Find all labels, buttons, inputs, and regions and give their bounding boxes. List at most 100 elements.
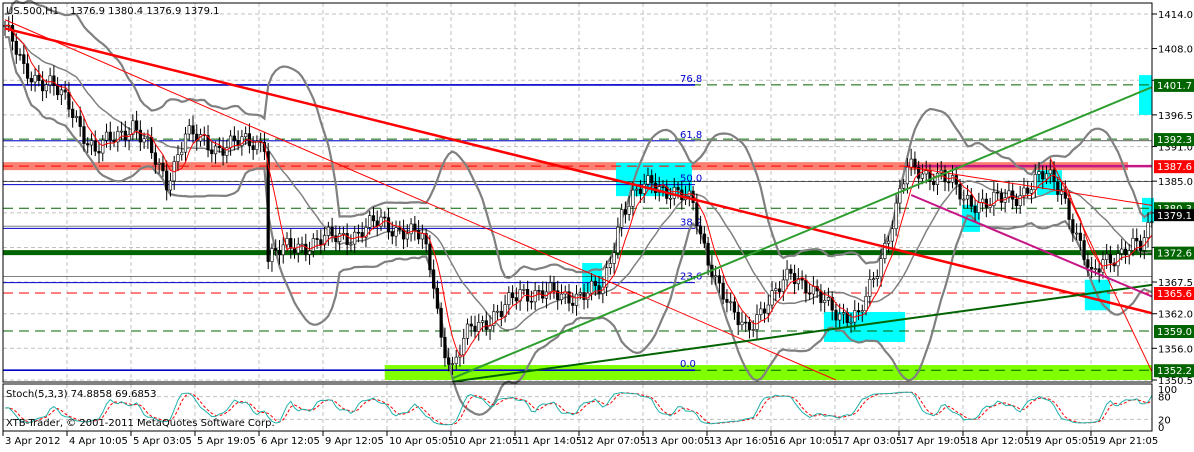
candle-body [281,244,285,256]
candle-body [319,239,323,246]
candle-body [721,282,725,300]
candle-body [63,89,67,93]
candle-body [856,310,861,313]
time-tick-label: 9 Apr 12:05 [325,436,384,447]
candle-body [138,129,142,143]
candle-body [744,321,748,324]
candle-body [56,85,60,96]
candle-body [101,139,105,154]
candle-body [890,228,894,242]
candle-body [1123,248,1128,256]
copyright: XTB-Trader, © 2001-2011 MetaQuotes Softw… [6,418,275,429]
candle-body [593,280,597,286]
candle-body [251,145,255,150]
candle-body [37,74,41,81]
level-price-label: 1392.3 [1157,135,1192,146]
candle-body [514,297,518,302]
level-price-label: 1372.6 [1157,249,1192,260]
candle-body [191,125,195,135]
candle-body [59,89,63,96]
time-tick-label: 4 Apr 10:05 [69,436,128,447]
candle-body [443,336,447,359]
time-tick-label: 6 Apr 12:05 [261,436,320,447]
candle-body [962,198,966,201]
candle-body [789,268,793,274]
candle-body [578,292,582,295]
candle-body [635,188,639,191]
candle-body [1056,181,1060,195]
candle-body [168,180,173,191]
candle-body [360,232,364,238]
candle-body [292,248,297,254]
price-chart[interactable]: 76.861.850.038.223.60.0 1414.01408.01396… [0,0,1194,448]
candle-body [180,151,184,156]
candle-body [1048,169,1052,175]
candle-body [217,145,221,149]
candle-body [22,54,26,64]
candle-body [612,252,616,264]
candle-body [537,290,541,292]
fib-level-label: 61.8 [680,130,702,141]
candle-body [913,158,917,168]
candle-body [695,202,699,227]
candle-body [574,293,579,306]
fibonacci-retracement: 76.861.850.038.223.60.0 [3,74,702,372]
candle-body [285,238,289,246]
candle-body [1093,268,1097,270]
candle-body [868,279,872,297]
candle-body [413,223,417,231]
time-tick-label: 11 Apr 14:05 [517,436,582,447]
candle-body [356,231,361,234]
candle-body [770,290,774,306]
candle-body [82,126,86,144]
candle-body [969,194,973,207]
price-tick-label: 1396.5 [1158,111,1193,122]
candle-body [676,187,680,191]
candle-body [732,301,737,313]
candle-body [849,321,853,324]
candle-body [860,310,864,313]
candle-body [33,74,37,83]
time-axis: 3 Apr 2012 4 Apr 10:05 5 Apr 03:05 5 Apr 19… [2,431,1158,447]
candle-body [454,356,458,364]
candle-body [74,116,79,118]
time-tick-label: 19 Apr 05:05 [1029,436,1094,447]
candle-body [668,197,673,200]
candle-body [894,202,898,230]
candle-body [996,191,1000,194]
candle-body [777,288,782,292]
candle-body [330,226,334,236]
level-price-label: 1401.7 [1157,81,1192,92]
time-tick-label: 12 Apr 07:05 [581,436,646,447]
candle-body [1135,237,1139,242]
candle-body [78,116,82,127]
candle-body [386,217,391,233]
candle-body [774,288,778,291]
candle-body [89,140,94,146]
candle-body [909,158,913,168]
candle-body [157,162,161,165]
candle-body [123,130,127,141]
candle-body [225,147,229,156]
candle-body [1082,240,1086,260]
candle-body [210,149,214,155]
candle-body [315,238,319,240]
candle-body [1105,254,1109,260]
candle-body [631,189,635,207]
candle-body [973,205,977,213]
main-panel-border [2,2,1153,383]
candle-body [29,78,33,83]
candle-body [819,290,823,303]
price-tick-label: 1362.0 [1158,310,1193,321]
candle-body [338,233,342,242]
candle-body [135,120,139,131]
candle-body [714,275,718,278]
candle-body [1037,171,1041,175]
candle-body [977,202,981,213]
candle-body [811,286,815,295]
candle-body [67,91,71,110]
candle-body [1131,237,1135,251]
level-price-label: 1365.6 [1157,289,1192,300]
candle-body [484,320,488,330]
time-tick-label: 18 Apr 12:05 [965,436,1030,447]
